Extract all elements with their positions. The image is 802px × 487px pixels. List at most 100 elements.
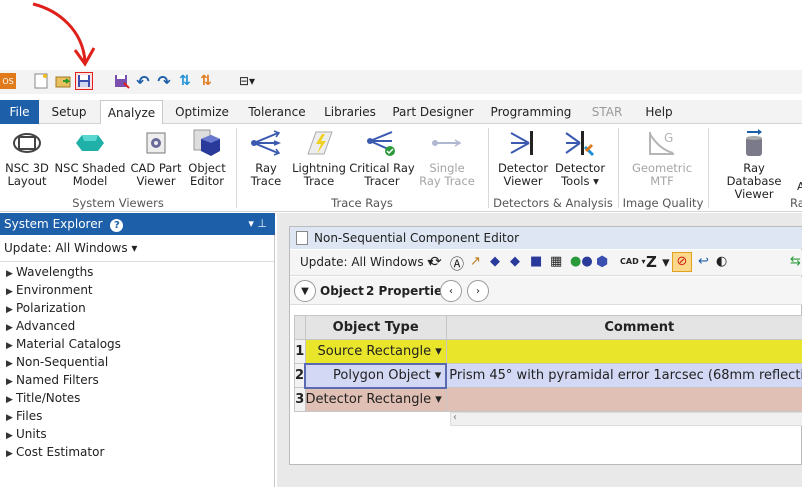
- table-row[interactable]: 2 Polygon Object ▾ Prism 45° with pyrami…: [294, 362, 802, 389]
- panel-pin-controls[interactable]: ▾ ⊥: [248, 213, 267, 235]
- tab-star[interactable]: STAR: [586, 100, 628, 124]
- comment-cell[interactable]: [445, 339, 802, 364]
- tool-icon-6[interactable]: ■: [530, 254, 542, 269]
- hexagon-icon[interactable]: ⬢: [596, 254, 608, 270]
- cad-part-viewer-label: CAD Part Viewer: [130, 161, 182, 188]
- lightning-trace-button[interactable]: Lightning Trace: [292, 128, 346, 188]
- object-editor-label: Object Editor: [188, 161, 226, 188]
- comment-cell[interactable]: [445, 387, 802, 412]
- tool-icon-3[interactable]: ↗: [470, 254, 481, 269]
- row-number: 2: [294, 363, 306, 388]
- tab-help[interactable]: Help: [638, 100, 680, 124]
- properties-label: 2 Properties: [366, 284, 450, 298]
- column-header-object-type[interactable]: Object Type: [304, 315, 447, 340]
- open-file-icon[interactable]: [54, 72, 72, 90]
- table-row[interactable]: 3 Detector Rectangle ▾: [294, 387, 802, 412]
- column-header-comment[interactable]: Comment: [445, 315, 802, 340]
- tab-part-designer[interactable]: Part Designer: [392, 100, 474, 124]
- link-icon[interactable]: ↩: [698, 254, 709, 269]
- undo-icon[interactable]: ↶: [134, 72, 152, 91]
- object-editor-button[interactable]: Object Editor: [186, 128, 228, 188]
- detector-viewer-button[interactable]: Detector Viewer: [494, 128, 552, 188]
- object-type-cell[interactable]: Polygon Object ▾: [304, 362, 448, 389]
- editor-object-bar: ▼ Object 2 Properties ‹ ›: [290, 277, 802, 305]
- cad-part-viewer-button[interactable]: CAD Part Viewer: [128, 128, 184, 188]
- tree-item-named-filters[interactable]: ▶ Named Filters: [6, 371, 99, 391]
- detector-tools-button[interactable]: Detector Tools ▾: [554, 128, 606, 188]
- cad-dropdown[interactable]: CAD ▾: [620, 257, 646, 266]
- z-dropdown[interactable]: Z ▾: [646, 253, 670, 271]
- critical-ray-tracer-button[interactable]: Critical Ray Tracer: [348, 128, 416, 188]
- refresh-icon[interactable]: ⇅: [176, 72, 194, 90]
- grid-icon[interactable]: ▦: [550, 254, 562, 269]
- arrows-icon[interactable]: ⇆: [790, 254, 801, 269]
- update-dropdown[interactable]: Update: All Windows ▾: [4, 241, 137, 255]
- tree-item-non-sequential[interactable]: ▶ Non-Sequential: [6, 353, 108, 373]
- tree-item-title-notes[interactable]: ▶ Title/Notes: [6, 389, 80, 409]
- new-file-icon[interactable]: [32, 72, 50, 90]
- object-label: Object: [320, 284, 364, 298]
- table-row[interactable]: 1 Source Rectangle ▾: [294, 339, 802, 364]
- tab-optimize[interactable]: Optimize: [170, 100, 234, 124]
- tab-file[interactable]: File: [0, 100, 39, 124]
- group-label-system-viewers: System Viewers: [72, 196, 164, 210]
- critical-ray-tracer-label: Critical Ray Tracer: [349, 161, 415, 188]
- tool-icon-5[interactable]: ◆: [510, 254, 520, 269]
- ray-database-viewer-icon: [738, 128, 770, 158]
- tab-libraries[interactable]: Libraries: [320, 100, 380, 124]
- prev-object-icon[interactable]: ‹: [440, 280, 462, 302]
- next-object-icon[interactable]: ›: [467, 280, 489, 302]
- tab-programming[interactable]: Programming: [488, 100, 574, 124]
- single-ray-trace-icon: [431, 128, 463, 158]
- object-type-cell[interactable]: Source Rectangle ▾: [304, 339, 447, 364]
- tree-item-units[interactable]: ▶ Units: [6, 425, 47, 445]
- single-ray-trace-button[interactable]: Single Ray Trace: [418, 128, 476, 188]
- comment-cell[interactable]: Prism 45° with pyramidal error 1arcsec (…: [445, 363, 802, 388]
- tool-icon-2[interactable]: Ⓐ: [450, 254, 464, 274]
- scroll-left-arrow-icon[interactable]: ‹: [453, 412, 457, 423]
- help-icon[interactable]: ?: [110, 219, 124, 232]
- object-type-cell[interactable]: Detector Rectangle ▾: [304, 387, 447, 412]
- refresh-all-icon[interactable]: ⇅: [197, 72, 215, 90]
- tab-setup[interactable]: Setup: [45, 100, 93, 124]
- save-icon[interactable]: [75, 72, 93, 90]
- tree-item-environment[interactable]: ▶ Environment: [6, 281, 93, 301]
- ray-database-viewer-button[interactable]: Ray Database Viewer: [716, 128, 792, 201]
- tab-tolerance[interactable]: Tolerance: [244, 100, 310, 124]
- geometric-mtf-icon: G: [646, 128, 678, 158]
- tree-item-advanced[interactable]: ▶ Advanced: [6, 317, 75, 337]
- detector-tools-label: Detector Tools ▾: [554, 161, 606, 188]
- app-icon[interactable]: OS: [0, 73, 16, 89]
- nsc-shaded-model-button[interactable]: NSC Shaded Model: [54, 128, 126, 188]
- horizontal-scrollbar[interactable]: ‹: [450, 412, 802, 426]
- redo-icon[interactable]: ↷: [155, 72, 173, 91]
- ray-trace-button[interactable]: Ray Trace: [242, 128, 290, 188]
- window-layout-icon[interactable]: ⊟▾: [238, 72, 256, 90]
- collapse-chevron-icon[interactable]: ▼: [294, 280, 316, 302]
- tree-item-material-catalogs[interactable]: ▶ Material Catalogs: [6, 335, 121, 355]
- dots-icon[interactable]: ●●: [570, 254, 593, 269]
- nsc-shaded-model-label: NSC Shaded Model: [54, 161, 126, 188]
- editor-title-bar[interactable]: Non-Sequential Component Editor: [290, 227, 802, 249]
- lightning-trace-icon: [303, 128, 335, 158]
- tab-analyze[interactable]: Analyze: [100, 100, 163, 125]
- ray-trace-icon: [250, 128, 282, 158]
- tool-icon-1[interactable]: ⟳: [430, 254, 442, 270]
- quick-access-toolbar: OS ↶ ↷ ⇅ ⇅ ⊟▾: [0, 70, 802, 94]
- tree-item-wavelengths[interactable]: ▶ Wavelengths: [6, 263, 93, 283]
- nsc-3d-layout-button[interactable]: NSC 3D Layout: [2, 128, 52, 188]
- toggle-icon[interactable]: ◐: [716, 254, 727, 269]
- save-as-icon[interactable]: [113, 72, 131, 90]
- tree-item-cost-estimator[interactable]: ▶ Cost Estimator: [6, 443, 104, 463]
- ribbon-analyze: NSC 3D Layout NSC Shaded Model CAD Part …: [0, 124, 802, 212]
- tool-icon-4[interactable]: ◆: [490, 254, 500, 269]
- svg-text:G: G: [664, 131, 673, 145]
- geometric-mtf-button[interactable]: G Geometric MTF: [626, 128, 698, 188]
- grid-header-row: Object Type Comment: [294, 315, 802, 340]
- tree-item-polarization[interactable]: ▶ Polarization: [6, 299, 86, 319]
- tree-item-files[interactable]: ▶ Files: [6, 407, 42, 427]
- separator-line: [0, 261, 274, 262]
- editor-update-dropdown[interactable]: Update: All Windows ▾: [300, 255, 433, 269]
- stop-icon[interactable]: ⊘: [672, 252, 692, 272]
- group-label-detectors-analysis: Detectors & Analysis: [493, 196, 613, 210]
